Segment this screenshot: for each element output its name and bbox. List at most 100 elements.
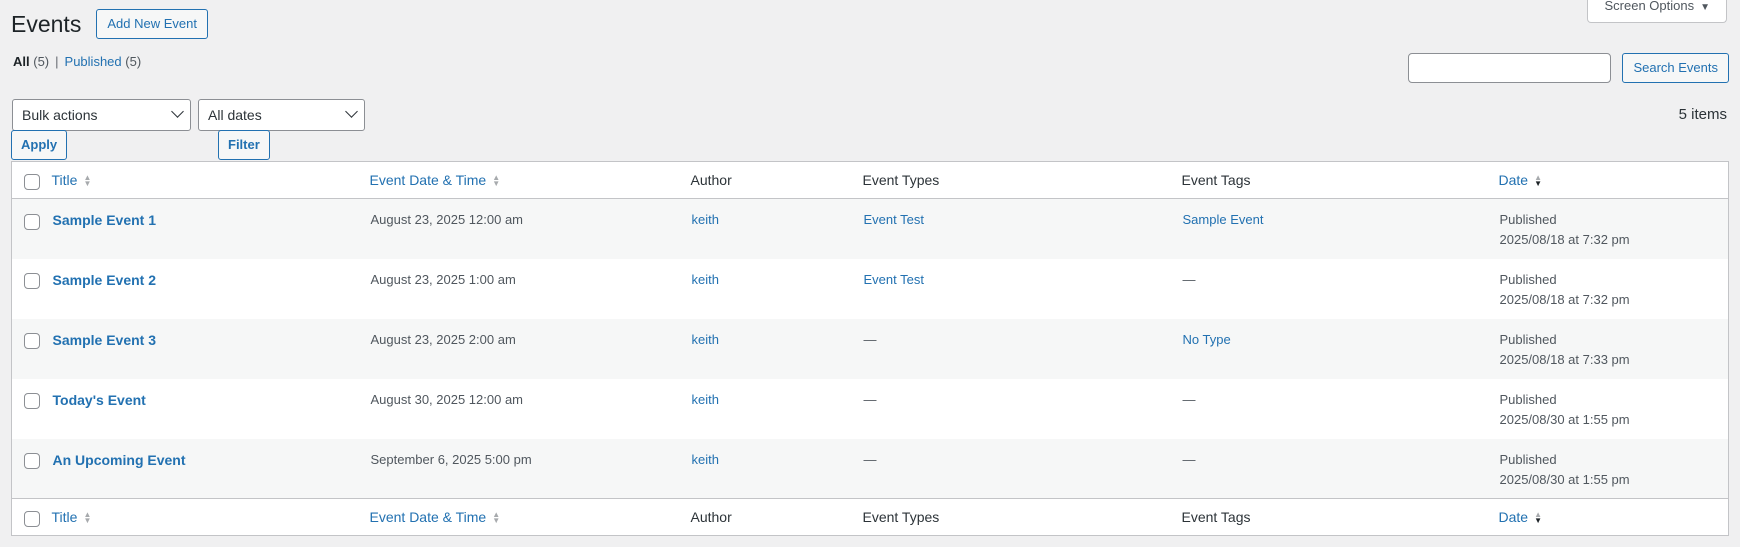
row-checkbox[interactable] bbox=[24, 333, 40, 350]
bulk-actions-select[interactable]: Bulk actions bbox=[12, 99, 191, 131]
cell-title: Sample Event 1 bbox=[52, 199, 370, 259]
author-link[interactable]: keith bbox=[692, 392, 719, 407]
row-checkbox-cell bbox=[12, 319, 52, 379]
cell-author: keith bbox=[691, 199, 863, 259]
view-all-label: All bbox=[13, 54, 30, 69]
cell-event-tags: Sample Event bbox=[1182, 199, 1499, 259]
row-title-link[interactable]: Sample Event 1 bbox=[53, 212, 157, 228]
col-date[interactable]: Date ▲ ▼ bbox=[1499, 162, 1729, 199]
sort-icon: ▲ ▼ bbox=[492, 173, 501, 189]
search-events-button[interactable]: Search Events bbox=[1622, 53, 1729, 83]
view-published-link[interactable]: Published (5) bbox=[65, 54, 142, 69]
cell-event-tags: — bbox=[1182, 439, 1499, 499]
sort-icon: ▲ ▼ bbox=[83, 510, 92, 526]
view-published-count: (5) bbox=[125, 54, 142, 69]
view-separator: | bbox=[55, 54, 59, 69]
table-header-row: Title ▲ ▼ Event Date & Time ▲ ▼ Author Event… bbox=[11, 162, 1729, 199]
screen-options-label: Screen Options bbox=[1604, 0, 1695, 13]
search-box: Search Events bbox=[1408, 53, 1729, 83]
event-tag-link[interactable]: Sample Event bbox=[1183, 212, 1264, 227]
row-checkbox[interactable] bbox=[24, 453, 40, 470]
table-row: An Upcoming Event September 6, 2025 5:00… bbox=[11, 438, 1729, 499]
apply-button[interactable]: Apply bbox=[11, 130, 68, 160]
table-footer-row: Title ▲ ▼ Event Date & Time ▲ ▼ Author Event… bbox=[11, 498, 1729, 536]
row-checkbox-cell bbox=[12, 439, 52, 499]
cell-event-date: August 23, 2025 1:00 am bbox=[370, 271, 516, 287]
cell-event-types: — bbox=[863, 319, 1182, 379]
row-checkbox[interactable] bbox=[24, 213, 40, 230]
table-row: Sample Event 1 August 23, 2025 12:00 am … bbox=[11, 198, 1729, 259]
col-event-types-footer: Event Types bbox=[862, 509, 940, 525]
cell-author: keith bbox=[691, 379, 863, 439]
author-link[interactable]: keith bbox=[692, 272, 719, 287]
row-title-link[interactable]: An Upcoming Event bbox=[53, 452, 186, 468]
search-input[interactable] bbox=[1408, 53, 1612, 83]
event-type-link[interactable]: Event Test bbox=[864, 212, 924, 227]
col-event-tags-footer: Event Tags bbox=[1181, 509, 1251, 525]
select-all-cell-footer bbox=[12, 499, 52, 536]
cell-event-date: August 30, 2025 12:00 am bbox=[370, 391, 524, 407]
author-link[interactable]: keith bbox=[692, 452, 719, 467]
view-published-label: Published bbox=[64, 54, 122, 69]
page-header: Events Add New Event bbox=[11, 8, 208, 40]
author-link[interactable]: keith bbox=[692, 212, 719, 227]
cell-date: Published 2025/08/18 at 7:32 pm bbox=[1499, 199, 1729, 259]
row-title-link[interactable]: Sample Event 2 bbox=[53, 272, 157, 288]
chevron-down-icon bbox=[171, 105, 184, 118]
dates-select[interactable]: All dates bbox=[198, 99, 365, 131]
row-title-link[interactable]: Sample Event 3 bbox=[53, 332, 157, 348]
col-event-types: Event Types bbox=[862, 172, 940, 188]
items-count: 5 items bbox=[1678, 106, 1727, 123]
post-date: 2025/08/18 at 7:32 pm bbox=[1499, 232, 1630, 247]
view-all-link[interactable]: All (5) bbox=[13, 54, 49, 69]
dates-value: All dates bbox=[208, 107, 262, 123]
screen-options-button[interactable]: Screen Options ▼ bbox=[1587, 0, 1727, 23]
event-tag-link[interactable]: No Type bbox=[1183, 332, 1231, 347]
cell-author: keith bbox=[691, 439, 863, 499]
chevron-down-icon bbox=[345, 105, 358, 118]
row-checkbox[interactable] bbox=[24, 273, 40, 290]
col-event-date-footer[interactable]: Event Date & Time ▲ ▼ bbox=[370, 499, 691, 536]
author-link[interactable]: keith bbox=[692, 332, 719, 347]
cell-date: Published 2025/08/30 at 1:55 pm bbox=[1499, 379, 1729, 439]
cell-event-types: Event Test bbox=[863, 259, 1182, 319]
post-date: 2025/08/18 at 7:33 pm bbox=[1499, 351, 1630, 367]
sort-icon: ▲ ▼ bbox=[492, 510, 501, 526]
row-checkbox-cell bbox=[12, 259, 52, 319]
add-new-event-button[interactable]: Add New Event bbox=[96, 9, 208, 39]
row-title-link[interactable]: Today's Event bbox=[53, 392, 146, 408]
col-date-label: Date bbox=[1498, 172, 1529, 188]
row-checkbox-cell bbox=[12, 379, 52, 439]
cell-event-types: Event Test bbox=[863, 199, 1182, 259]
cell-event-tags: No Type bbox=[1182, 319, 1499, 379]
select-all-checkbox[interactable] bbox=[24, 174, 40, 190]
post-status: Published bbox=[1499, 212, 1557, 227]
empty-dash: — bbox=[1182, 391, 1196, 407]
cell-date: Published 2025/08/30 at 1:55 pm bbox=[1499, 439, 1729, 499]
cell-event-tags: — bbox=[1182, 259, 1499, 319]
page-title: Events bbox=[11, 11, 82, 37]
table-row: Sample Event 3 August 23, 2025 2:00 am k… bbox=[11, 318, 1729, 379]
col-event-tags: Event Tags bbox=[1181, 172, 1251, 188]
cell-date: Published 2025/08/18 at 7:32 pm bbox=[1499, 259, 1729, 319]
col-title[interactable]: Title ▲ ▼ bbox=[52, 162, 370, 199]
col-author: Author bbox=[690, 172, 732, 188]
col-event-date-label: Event Date & Time bbox=[369, 509, 487, 525]
col-author-footer: Author bbox=[690, 509, 732, 525]
col-title-footer[interactable]: Title ▲ ▼ bbox=[52, 499, 370, 536]
cell-event-types: — bbox=[863, 439, 1182, 499]
filter-button[interactable]: Filter bbox=[218, 130, 270, 160]
event-type-link[interactable]: Event Test bbox=[864, 272, 924, 287]
cell-title: Sample Event 2 bbox=[52, 259, 370, 319]
cell-title: Sample Event 3 bbox=[52, 319, 370, 379]
row-checkbox[interactable] bbox=[24, 393, 40, 410]
col-event-date[interactable]: Event Date & Time ▲ ▼ bbox=[370, 162, 691, 199]
post-date: 2025/08/18 at 7:32 pm bbox=[1499, 291, 1630, 307]
select-all-checkbox-footer[interactable] bbox=[24, 511, 40, 527]
sort-desc-icon: ▲ ▼ bbox=[1534, 510, 1542, 526]
table-row: Sample Event 2 August 23, 2025 1:00 am k… bbox=[12, 259, 1729, 319]
select-all-cell bbox=[12, 162, 52, 199]
empty-dash: — bbox=[863, 331, 877, 347]
cell-title: Today's Event bbox=[52, 379, 370, 439]
col-date-footer[interactable]: Date ▲ ▼ bbox=[1499, 499, 1729, 536]
